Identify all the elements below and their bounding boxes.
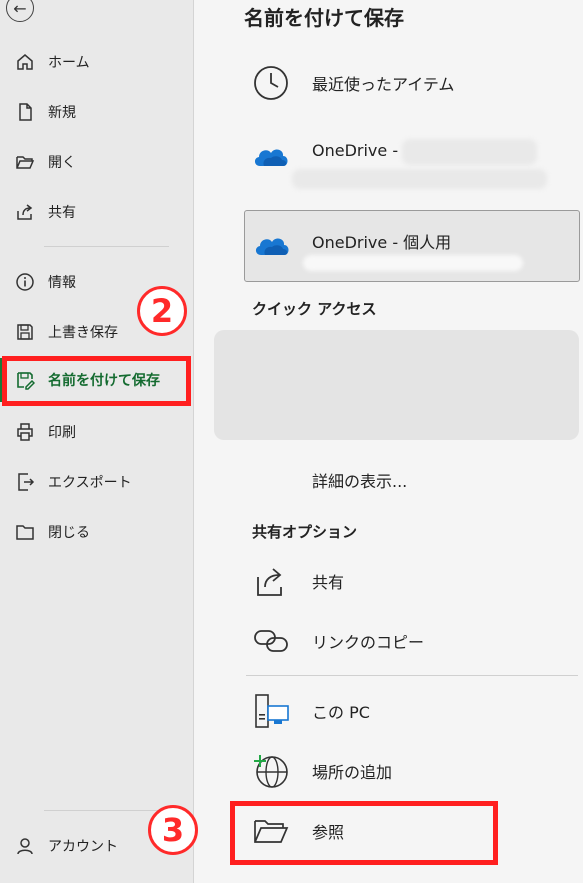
recent-items-label: 最近使ったアイテム — [312, 75, 455, 94]
sidebar-item-label: 新規 — [48, 105, 76, 121]
new-document-icon — [14, 101, 36, 123]
link-icon — [250, 620, 292, 662]
step-3-badge: 3 — [148, 805, 198, 855]
clock-icon — [250, 62, 292, 104]
sidebar-item-label: 共有 — [48, 205, 76, 221]
sidebar-item-print[interactable]: 印刷 — [0, 410, 193, 454]
onedrive-cloud-icon — [250, 134, 292, 176]
add-place-option[interactable]: 場所の追加 — [244, 748, 579, 794]
redacted-account-email — [303, 255, 523, 271]
back-arrow-icon[interactable]: ← — [6, 0, 34, 22]
onedrive-cloud-icon — [253, 231, 291, 261]
open-folder-icon — [14, 151, 36, 173]
redacted-account-name — [402, 139, 537, 165]
sidebar-item-export[interactable]: エクスポート — [0, 460, 193, 504]
section-divider — [246, 675, 578, 676]
onedrive-personal-label: OneDrive - 個人用 — [312, 233, 452, 252]
globe-add-icon — [250, 750, 292, 792]
this-pc-label: この PC — [312, 703, 370, 722]
browse-option[interactable]: 参照 — [244, 808, 579, 854]
computer-icon — [250, 690, 292, 732]
this-pc-option[interactable]: この PC — [244, 688, 579, 734]
step-2-badge: 2 — [137, 286, 187, 336]
copy-link-option[interactable]: リンクのコピー — [244, 618, 579, 664]
quick-access-list — [214, 330, 579, 440]
sidebar-item-open[interactable]: 開く — [0, 140, 193, 184]
sidebar-item-label: 情報 — [48, 275, 76, 291]
onedrive-business-label: OneDrive - — [312, 141, 399, 160]
info-icon — [14, 271, 36, 293]
share-options-heading: 共有オプション — [252, 523, 358, 541]
share-icon — [14, 201, 36, 223]
redacted-account-email — [292, 169, 547, 189]
sidebar-item-label: 名前を付けて保存 — [48, 373, 160, 389]
sidebar-item-label: エクスポート — [48, 475, 132, 491]
sidebar-item-home[interactable]: ホーム — [0, 40, 193, 84]
sidebar-item-label: 上書き保存 — [48, 325, 118, 341]
quick-access-heading: クイック アクセス — [252, 300, 377, 318]
export-icon — [14, 471, 36, 493]
home-icon — [14, 51, 36, 73]
share-option[interactable]: 共有 — [244, 558, 579, 604]
share-label: 共有 — [312, 573, 345, 592]
show-more-link[interactable]: 詳細の表示... — [312, 468, 407, 492]
recent-items-option[interactable]: 最近使ったアイテム — [244, 60, 579, 106]
sidebar-item-label: 閉じる — [48, 525, 90, 541]
browse-folder-icon — [250, 810, 292, 852]
sidebar-divider — [44, 246, 169, 247]
share-arrow-icon — [250, 560, 292, 602]
sidebar-divider — [44, 810, 169, 811]
sidebar-item-close[interactable]: 閉じる — [0, 510, 193, 554]
save-as-icon — [14, 369, 36, 391]
copy-link-label: リンクのコピー — [312, 633, 425, 652]
save-as-panel: 名前を付けて保存 最近使ったアイテム OneDrive - OneDrive -… — [194, 0, 583, 883]
browse-label: 参照 — [312, 823, 345, 842]
page-title: 名前を付けて保存 — [244, 6, 404, 30]
close-folder-icon — [14, 521, 36, 543]
save-icon — [14, 321, 36, 343]
backstage-sidebar: ← ホーム 新規 開く 共有 情報 上書き保存 名前を付けて保存 印刷 エクスポ… — [0, 0, 194, 883]
add-place-label: 場所の追加 — [312, 763, 393, 782]
sidebar-item-label: 開く — [48, 155, 76, 171]
sidebar-item-share[interactable]: 共有 — [0, 190, 193, 234]
print-icon — [14, 421, 36, 443]
sidebar-item-save-as[interactable]: 名前を付けて保存 — [0, 358, 193, 402]
sidebar-item-new[interactable]: 新規 — [0, 90, 193, 134]
sidebar-item-label: アカウント — [48, 839, 118, 855]
onedrive-business-option[interactable]: OneDrive - — [244, 125, 579, 189]
person-icon — [14, 835, 36, 857]
onedrive-personal-option[interactable]: OneDrive - 個人用 — [244, 210, 580, 282]
sidebar-item-label: 印刷 — [48, 425, 76, 441]
sidebar-item-label: ホーム — [48, 55, 90, 71]
